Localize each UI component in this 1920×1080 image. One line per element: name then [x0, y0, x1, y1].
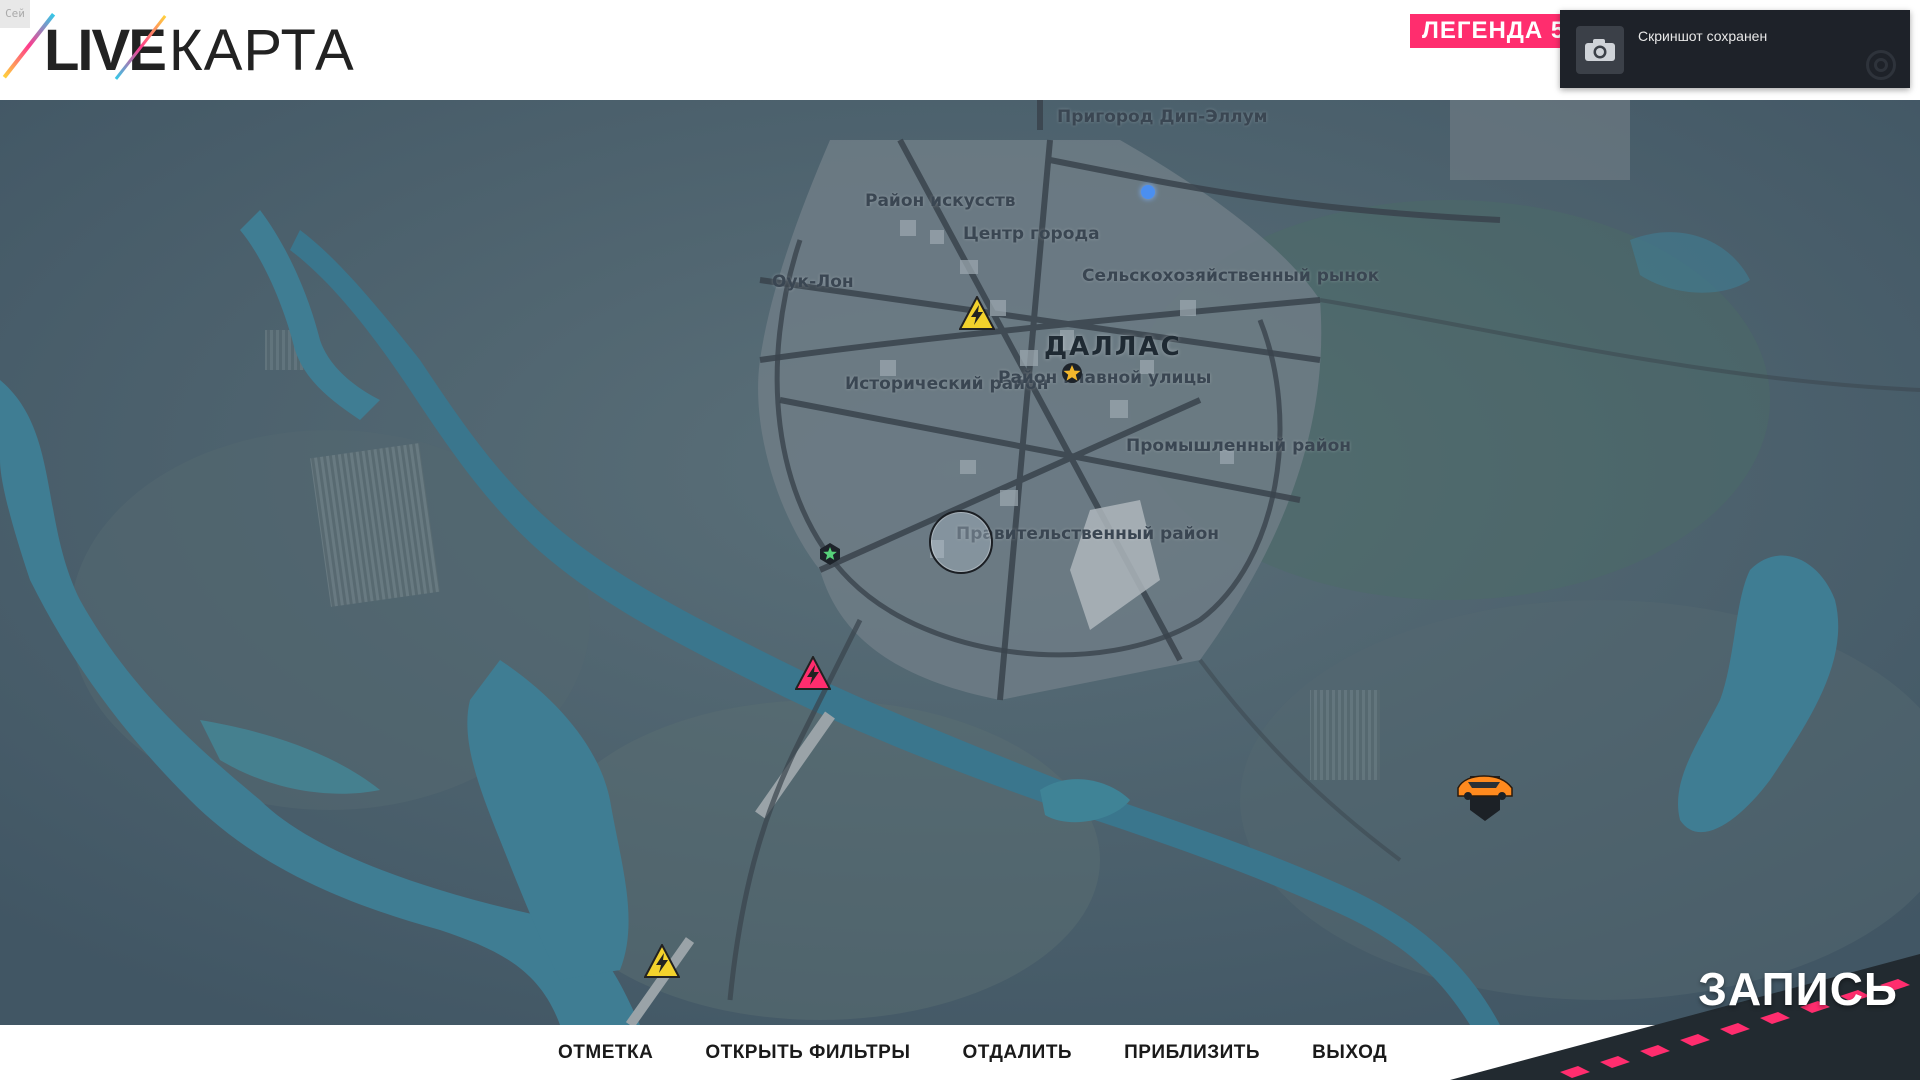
- action-list: ОТМЕТКА ОТКРЫТЬ ФИЛЬТРЫ ОТДАЛИТЬ ПРИБЛИЗ…: [558, 1025, 1387, 1080]
- lightning-icon: [958, 294, 996, 330]
- fps-counter: Сей: [0, 0, 30, 28]
- mark-button[interactable]: ОТМЕТКА: [558, 1042, 653, 1064]
- event-marker-pink[interactable]: [794, 654, 832, 694]
- event-marker-yellow[interactable]: [643, 942, 681, 982]
- zoom-in-button[interactable]: ПРИБЛИЗИТЬ: [1124, 1042, 1260, 1064]
- district-label: Промышленный район: [1126, 436, 1352, 456]
- overlay-logo-icon: [1866, 50, 1896, 80]
- green-star-marker[interactable]: [818, 542, 842, 570]
- recording-label: ЗАПИСЬ: [1698, 963, 1898, 1015]
- zoom-out-button[interactable]: ОТДАЛИТЬ: [962, 1042, 1072, 1064]
- player-car-marker[interactable]: [1454, 766, 1516, 830]
- star-icon: [820, 543, 840, 565]
- live-map-logo: LIVE КАРТА: [2, 12, 355, 86]
- open-filters-button[interactable]: ОТКРЫТЬ ФИЛЬТРЫ: [705, 1042, 910, 1064]
- lightning-icon: [794, 654, 832, 690]
- screenshot-toast: Скриншот сохранен: [1560, 10, 1910, 88]
- map-view[interactable]: Пригород Дип-Эллум Район искусств Центр …: [0, 100, 1920, 1025]
- city-label: ДАЛЛАС: [1044, 332, 1182, 362]
- district-label: Район искусств: [865, 191, 1016, 211]
- event-marker-yellow[interactable]: [958, 294, 996, 334]
- star-marker[interactable]: [1061, 362, 1083, 388]
- star-icon: [1062, 363, 1082, 383]
- logo-map-text: КАРТА: [168, 17, 355, 83]
- car-icon: [1457, 775, 1513, 821]
- logo-live-text: LIVE: [2, 12, 167, 84]
- district-label: Район главной улицы: [998, 368, 1212, 388]
- district-label: Правительственный район: [956, 524, 1220, 544]
- district-label: Оук-Лон: [772, 272, 854, 292]
- exit-button[interactable]: ВЫХОД: [1312, 1042, 1387, 1064]
- district-label: Пригород Дип-Эллум: [1057, 107, 1268, 127]
- toast-message: Скриншот сохранен: [1638, 28, 1768, 44]
- district-label: Сельскохозяйственный рынок: [1082, 266, 1380, 286]
- lightning-icon: [643, 942, 681, 978]
- map-cursor[interactable]: [929, 510, 993, 574]
- camera-icon: [1576, 26, 1624, 74]
- player-location-dot: [1141, 185, 1155, 199]
- district-label: Центр города: [963, 224, 1100, 244]
